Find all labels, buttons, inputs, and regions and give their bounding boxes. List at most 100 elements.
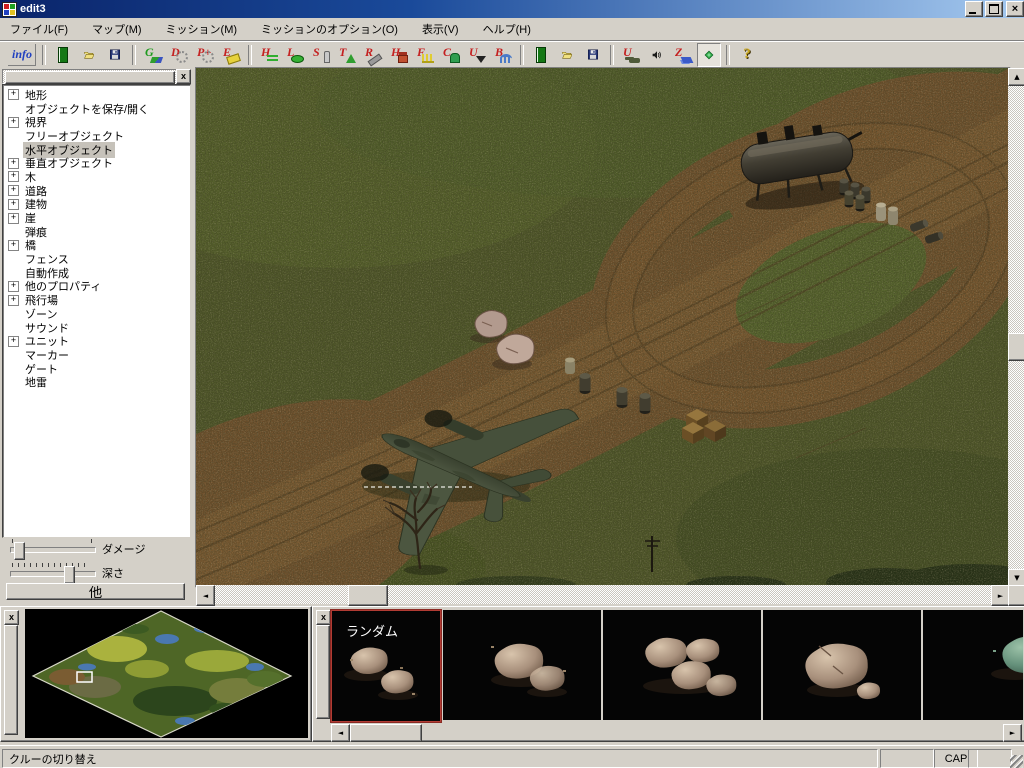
palette-scroll-right-button[interactable]: ► — [1003, 724, 1022, 742]
map-vertical-scrollbar[interactable]: ▲ ▼ — [1008, 68, 1024, 587]
palette-hscroll-thumb[interactable] — [350, 724, 422, 742]
palette-scroll-left-button[interactable]: ◄ — [331, 724, 350, 742]
u-tool-button[interactable]: U — [465, 42, 489, 67]
expand-plus-icon[interactable]: + — [8, 171, 19, 183]
expand-plus-icon[interactable]: + — [8, 335, 19, 347]
expand-plus-icon[interactable]: + — [8, 294, 19, 306]
help-button[interactable]: ? — [735, 42, 759, 67]
tree-item[interactable]: + 地雷 — [3, 375, 190, 389]
menubar: ファイル(F) マップ(M) ミッション(M) ミッションのオプション(O) 表… — [0, 18, 1024, 41]
minimap-scrollbar[interactable] — [4, 625, 18, 735]
terrain-tool-button[interactable]: G — [141, 42, 165, 67]
open-2-button[interactable] — [555, 42, 579, 67]
menu-item[interactable]: 表示(V) — [420, 19, 461, 39]
palette-item-rock-2[interactable] — [443, 610, 601, 720]
scroll-up-button[interactable]: ▲ — [1008, 68, 1024, 86]
floppy-icon — [110, 49, 120, 60]
menu-item[interactable]: ファイル(F) — [8, 19, 70, 39]
panel-header-track[interactable] — [2, 69, 178, 84]
menu-item[interactable]: ミッション(M) — [164, 19, 240, 39]
scrollbar-corner — [1008, 585, 1024, 606]
horizontal-object-tool-button[interactable]: H — [257, 42, 281, 67]
menu-item[interactable]: ヘルプ(H) — [481, 19, 533, 39]
save-map-button[interactable] — [103, 42, 127, 67]
arrow-right-icon: ► — [1009, 729, 1016, 737]
damage-slider-thumb[interactable] — [14, 542, 25, 560]
open-map-button[interactable] — [77, 42, 101, 67]
minimap-canvas[interactable] — [25, 609, 308, 738]
minimap-close-button[interactable]: x — [4, 610, 19, 625]
object-p-tool-button[interactable]: P+ — [193, 42, 217, 67]
status-pane-2 — [968, 749, 1012, 768]
more-button[interactable]: 他 — [6, 583, 185, 600]
arrow-up-icon: ▲ — [1014, 73, 1020, 81]
menu-item[interactable]: マップ(M) — [90, 19, 144, 39]
scroll-left-button[interactable]: ◄ — [196, 585, 215, 606]
object-d-tool-button[interactable]: D — [167, 42, 191, 67]
palette-item-random[interactable]: ランダム — [331, 610, 441, 722]
floppy-icon — [588, 49, 598, 60]
tank-icon — [629, 57, 640, 63]
tree-tool-button[interactable]: T — [335, 42, 359, 67]
maximize-button[interactable] — [985, 1, 1003, 17]
palette-scrollbar[interactable] — [316, 625, 330, 719]
expand-plus-icon[interactable]: + — [8, 157, 19, 169]
info-button[interactable]: info — [7, 42, 37, 67]
panel-header-thumb[interactable] — [5, 71, 175, 84]
expand-plus-icon[interactable]: + — [8, 116, 19, 128]
palette-item-rock-3[interactable] — [603, 610, 761, 720]
depth-slider-thumb[interactable] — [64, 566, 75, 584]
gate-icon — [450, 52, 460, 63]
map-accent-icon — [149, 56, 164, 63]
fence-tool-button[interactable]: F — [413, 42, 437, 67]
lake-tool-button[interactable]: L — [283, 42, 307, 67]
eraser-tool-button[interactable]: E — [219, 42, 243, 67]
palette-item-rock-5[interactable] — [923, 610, 1023, 720]
diamond-tool-button[interactable] — [697, 42, 721, 67]
close-button[interactable]: × — [1006, 1, 1024, 17]
tree-icon — [346, 53, 356, 63]
sound-tool-button[interactable] — [645, 42, 669, 67]
toolbar: info G D P+ E H L S T R H F C U B U Z ? — [0, 40, 1024, 68]
expand-plus-icon[interactable]: + — [8, 280, 19, 292]
expand-plus-icon[interactable]: + — [8, 212, 19, 224]
damage-slider-label: ダメージ — [102, 544, 146, 556]
bridge-icon — [500, 53, 512, 63]
unit-tool-button[interactable]: U — [619, 42, 643, 67]
vscroll-thumb[interactable] — [1008, 333, 1024, 361]
minimize-button[interactable] — [965, 1, 983, 17]
gear-icon — [176, 50, 188, 63]
close-icon: x — [180, 71, 186, 81]
resize-grip[interactable] — [1010, 755, 1023, 768]
expand-plus-icon[interactable]: + — [8, 198, 19, 210]
menu-item[interactable]: ミッションのオプション(O) — [259, 19, 400, 39]
expand-plus-icon[interactable]: + — [8, 185, 19, 197]
new-2-button[interactable] — [529, 42, 553, 67]
palette-item-label: ランダム — [346, 624, 399, 639]
palette-item-rock-4[interactable] — [763, 610, 921, 720]
vertical-object-tool-button[interactable]: S — [309, 42, 333, 67]
bridge-tool-button[interactable]: B — [491, 42, 515, 67]
road-tool-button[interactable]: R — [361, 42, 385, 67]
expand-plus-icon[interactable]: + — [8, 239, 19, 251]
barrel — [579, 373, 591, 394]
palette-hscrollbar[interactable]: ◄ ► — [331, 724, 1023, 742]
save-2-button[interactable] — [581, 42, 605, 67]
barrel — [639, 393, 651, 414]
house-tool-button[interactable]: H — [387, 42, 411, 67]
titlebar[interactable]: edit3 × — [0, 0, 1024, 18]
depth-slider-label: 深さ — [102, 568, 124, 580]
close-icon: × — [1011, 3, 1019, 15]
expand-plus-icon[interactable]: + — [8, 89, 19, 101]
depth-slider-track[interactable] — [10, 571, 96, 577]
palette-close-button[interactable]: x — [316, 610, 331, 625]
gate-tool-button[interactable]: C — [439, 42, 463, 67]
new-map-icon — [58, 46, 68, 63]
panel-close-button[interactable]: x — [176, 69, 191, 84]
map-canvas[interactable] — [195, 67, 1011, 588]
map-render — [196, 68, 1010, 587]
map-horizontal-scrollbar[interactable]: ◄ ► — [196, 585, 1010, 606]
hscroll-thumb[interactable] — [348, 585, 388, 606]
new-map-button[interactable] — [51, 42, 75, 67]
zone-tool-button[interactable]: Z — [671, 42, 695, 67]
